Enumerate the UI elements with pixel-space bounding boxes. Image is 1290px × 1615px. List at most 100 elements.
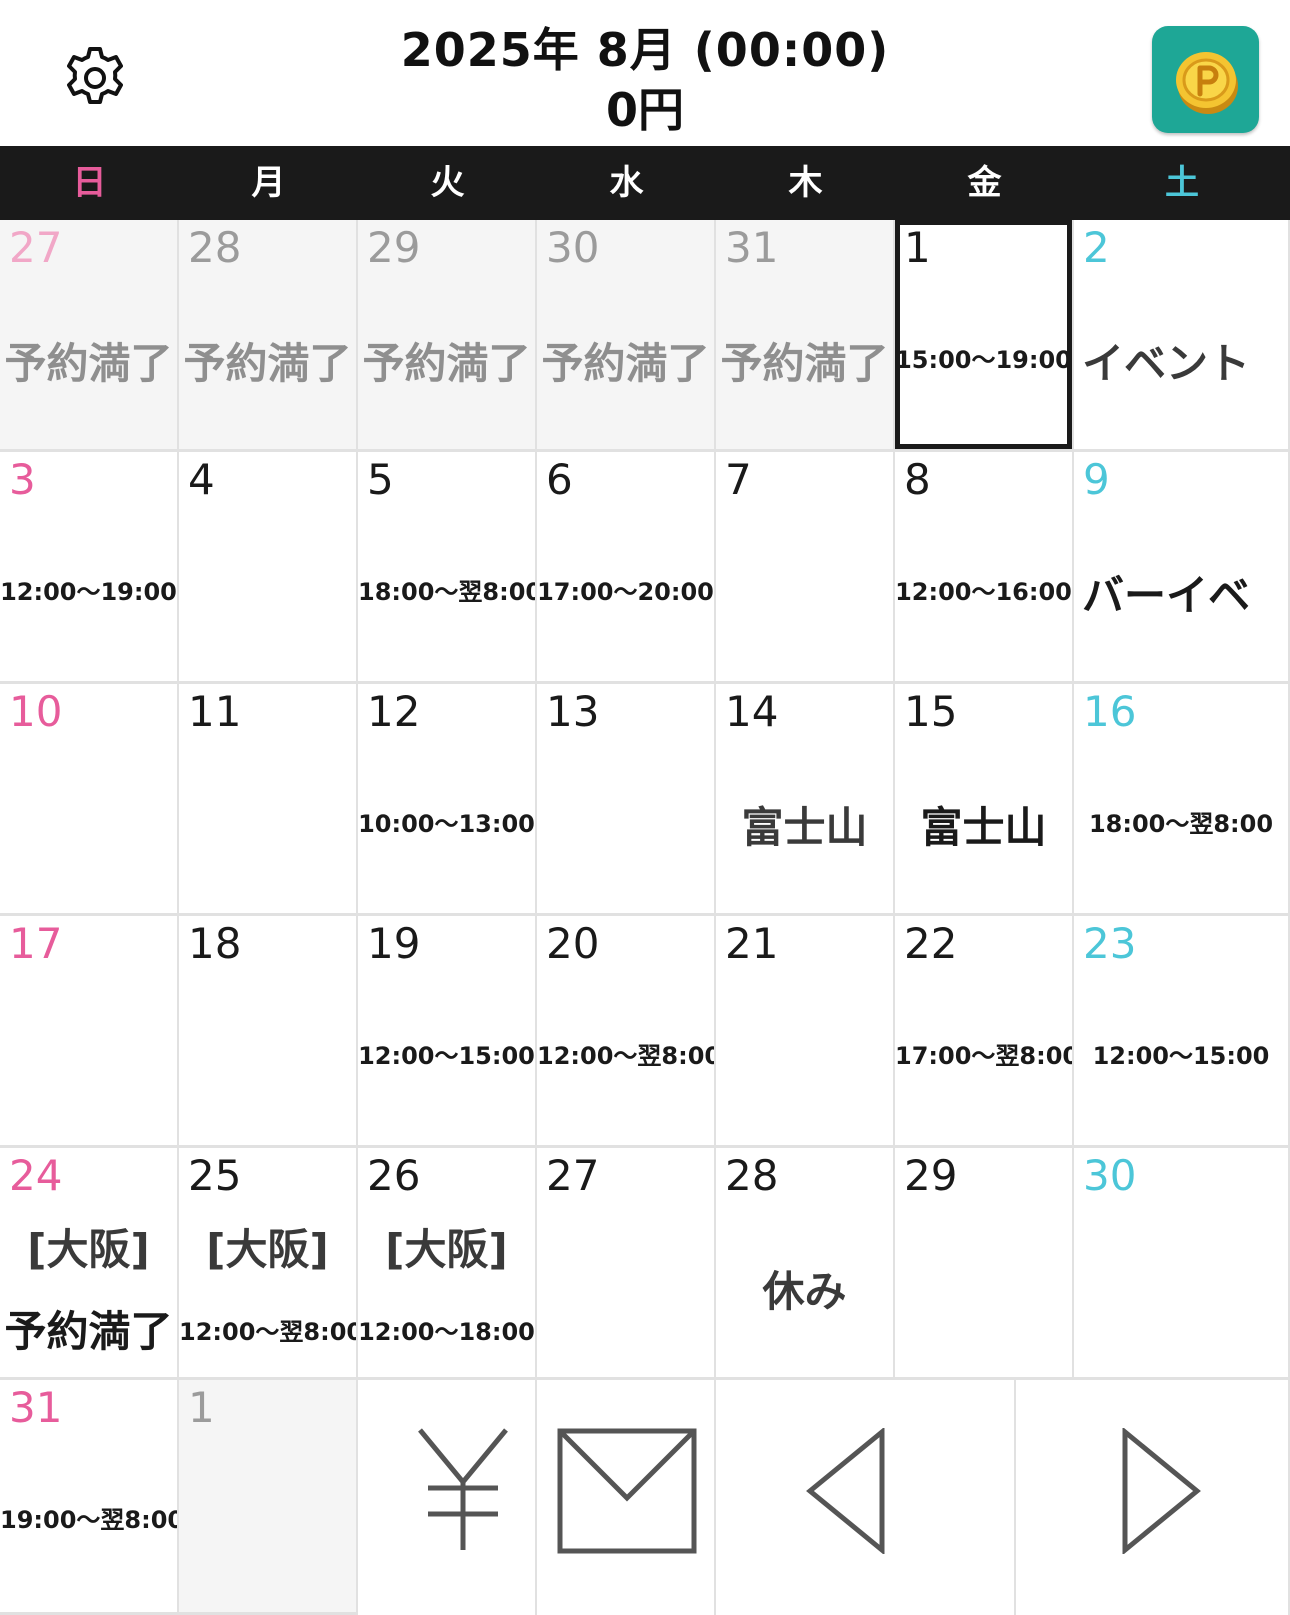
day-cell[interactable]: 27 予約満了	[0, 220, 179, 452]
day-number: 30	[546, 223, 600, 272]
day-number: 27	[546, 1151, 600, 1200]
day-cell[interactable]: 20 12:00～翌8:00	[537, 916, 716, 1148]
day-number: 8	[904, 455, 931, 504]
day-number: 12	[367, 687, 421, 736]
day-number: 28	[725, 1151, 779, 1200]
day-cell[interactable]: 28 休み	[716, 1148, 895, 1380]
event-label: 休み	[762, 1267, 847, 1316]
day-cell[interactable]: 28 予約満了	[179, 220, 358, 452]
day-number: 11	[188, 687, 242, 736]
day-cell[interactable]: 27	[537, 1148, 716, 1380]
day-number: 13	[546, 687, 600, 736]
event-time: 17:00～翌8:00	[895, 1042, 1074, 1070]
day-cell[interactable]: 1	[179, 1380, 358, 1615]
calendar-grid: 27 予約満了 28 予約満了 29 予約満了 30 予約満了 31 予約満了 1 15:00～19:…	[0, 220, 1290, 1615]
day-number: 16	[1083, 687, 1137, 736]
day-number: 25	[188, 1151, 242, 1200]
day-number: 22	[904, 919, 958, 968]
event-label: 富士山	[741, 803, 868, 852]
day-number: 2	[1083, 223, 1110, 272]
day-cell[interactable]: 11	[179, 684, 358, 916]
day-cell[interactable]: 23 12:00～15:00	[1074, 916, 1290, 1148]
day-number: 29	[904, 1151, 958, 1200]
weekday-header: 日月火水木金土	[0, 146, 1290, 220]
day-cell[interactable]: 4	[179, 452, 358, 684]
day-cell[interactable]: 17	[0, 916, 179, 1148]
event-time: 18:00～翌8:00	[358, 578, 537, 606]
event-time: 12:00～15:00	[358, 1042, 535, 1070]
day-number: 27	[9, 223, 63, 272]
day-cell[interactable]: 24 [大阪] 予約満了	[0, 1148, 179, 1380]
event-time: 15:00～19:00	[895, 346, 1072, 374]
event-label: 予約満了	[4, 1307, 173, 1356]
mail-button[interactable]	[537, 1380, 716, 1615]
day-cell[interactable]: 2 イベント	[1074, 220, 1290, 452]
weekday-sat: 土	[1165, 163, 1199, 203]
day-cell[interactable]: 12 10:00～13:00	[358, 684, 537, 916]
day-number: 5	[367, 455, 394, 504]
event-label: [大阪]	[385, 1225, 508, 1274]
day-number: 21	[725, 919, 779, 968]
day-cell[interactable]: 25 [大阪] 12:00～翌8:00	[179, 1148, 358, 1380]
day-number: 6	[546, 455, 573, 504]
day-cell[interactable]: 6 17:00～20:00	[537, 452, 716, 684]
event-label: イベント	[1082, 339, 1251, 388]
day-cell[interactable]: 16 18:00～翌8:00	[1074, 684, 1290, 916]
prev-month-button[interactable]	[716, 1380, 1016, 1615]
event-time: 19:00～翌8:00	[0, 1506, 179, 1534]
mail-icon	[557, 1428, 697, 1554]
prev-month-icon	[806, 1428, 885, 1554]
day-number: 3	[9, 455, 36, 504]
day-cell[interactable]: 18	[179, 916, 358, 1148]
day-number: 29	[367, 223, 421, 272]
next-month-icon	[1122, 1428, 1201, 1554]
event-label: バーイベ	[1082, 571, 1251, 620]
event-label: 予約満了	[183, 339, 352, 388]
day-number: 15	[904, 687, 958, 736]
day-cell[interactable]: 9 バーイベ	[1074, 452, 1290, 684]
day-cell[interactable]: 7	[716, 452, 895, 684]
event-time: 18:00～翌8:00	[1088, 810, 1274, 838]
day-cell[interactable]: 29	[895, 1148, 1074, 1380]
next-month-button[interactable]	[1016, 1380, 1290, 1615]
day-cell[interactable]: 31 予約満了	[716, 220, 895, 452]
day-cell[interactable]: 3 12:00～19:00	[0, 452, 179, 684]
day-cell[interactable]: 10	[0, 684, 179, 916]
day-number: 24	[9, 1151, 63, 1200]
day-number: 1	[904, 223, 931, 272]
day-cell[interactable]: 31 19:00～翌8:00	[0, 1380, 179, 1615]
day-cell[interactable]: 19 12:00～15:00	[358, 916, 537, 1148]
day-cell[interactable]: 21	[716, 916, 895, 1148]
day-cell[interactable]: 5 18:00～翌8:00	[358, 452, 537, 684]
event-label: [大阪]	[206, 1225, 329, 1274]
day-number: 10	[9, 687, 63, 736]
event-label: [大阪]	[27, 1225, 150, 1274]
day-cell[interactable]: 29 予約満了	[358, 220, 537, 452]
month-title: 2025年 8月 (00:00)	[400, 23, 890, 77]
day-number: 19	[367, 919, 421, 968]
day-cell[interactable]: 26 [大阪] 12:00～18:00	[358, 1148, 537, 1380]
yen-button[interactable]	[358, 1380, 537, 1615]
day-cell[interactable]: 14 富士山	[716, 684, 895, 916]
weekday-tue: 火	[430, 163, 465, 203]
weekday-sun: 日	[72, 163, 107, 203]
event-time: 12:00～18:00	[358, 1318, 535, 1346]
day-cell[interactable]: 1 15:00～19:00	[895, 220, 1074, 452]
day-number: 14	[725, 687, 779, 736]
event-label: 予約満了	[4, 339, 173, 388]
day-number: 1	[188, 1383, 215, 1432]
weekday-fri: 金	[967, 163, 1002, 203]
day-cell[interactable]: 15 富士山	[895, 684, 1074, 916]
day-cell[interactable]: 22 17:00～翌8:00	[895, 916, 1074, 1148]
event-label: 予約満了	[541, 339, 710, 388]
weekday-thu: 木	[788, 163, 823, 203]
weekday-wed: 水	[609, 163, 644, 203]
day-number: 18	[188, 919, 242, 968]
day-cell[interactable]: 30 予約満了	[537, 220, 716, 452]
day-number: 4	[188, 455, 215, 504]
day-cell[interactable]: 13	[537, 684, 716, 916]
day-number: 7	[725, 455, 752, 504]
day-cell[interactable]: 30	[1074, 1148, 1290, 1380]
day-cell[interactable]: 8 12:00～16:00	[895, 452, 1074, 684]
point-button[interactable]	[1152, 26, 1259, 133]
